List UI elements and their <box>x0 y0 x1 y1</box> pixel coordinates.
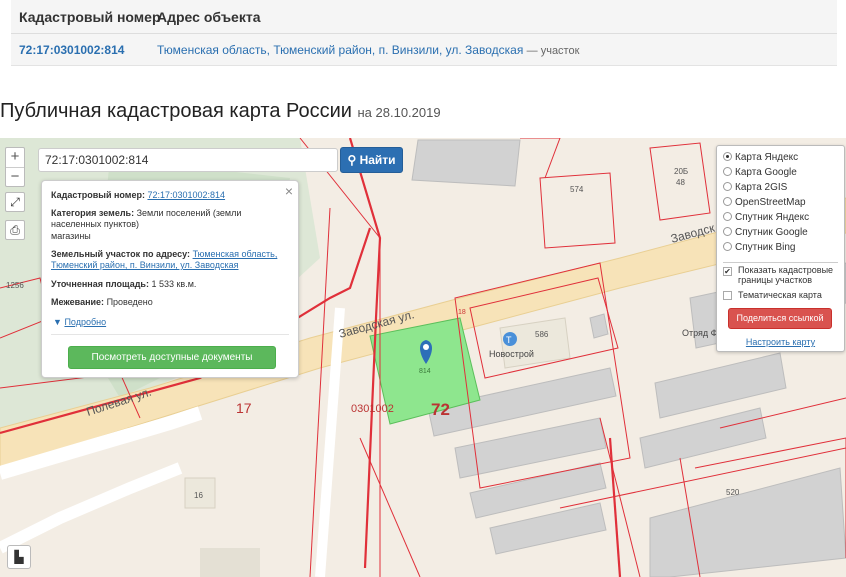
address-label: Земельный участок по адресу: <box>51 249 191 259</box>
view-documents-button[interactable]: Посмотреть доступные документы <box>68 346 276 369</box>
radio-icon <box>723 242 732 251</box>
page-title-main: Публичная кадастровая карта России <box>0 100 352 122</box>
divider <box>51 334 289 335</box>
layer-option-google-map[interactable]: Карта Google <box>723 167 797 181</box>
quarter-number: 0301002 <box>351 403 394 415</box>
more-details-label: Подробно <box>64 317 107 327</box>
thematic-map-checkbox[interactable] <box>723 291 732 300</box>
category-row: Категория земель: Земли поселений (земли… <box>51 208 291 230</box>
parcel-number: 1256 <box>6 281 24 290</box>
survey-value: Проведено <box>106 297 153 307</box>
layer-label: Карта Google <box>735 167 797 178</box>
radio-icon <box>723 212 732 221</box>
cad-number-row: Кадастровый номер: 72:17:0301002:814 <box>51 190 291 201</box>
parcel-number: 18 <box>458 309 466 316</box>
expand-icon: ⤢ <box>10 195 20 209</box>
search-button-label: Найти <box>359 153 396 167</box>
show-borders-label: Показать кадастровые границы участков <box>738 265 834 285</box>
svg-text:T: T <box>506 335 512 345</box>
district-number: 72 <box>431 400 450 419</box>
layer-option-yandex-map[interactable]: Карта Яндекс <box>723 152 798 166</box>
use-value: магазины <box>51 231 91 241</box>
map-layers-panel: Карта Яндекс Карта Google Карта 2GIS Ope… <box>716 145 845 352</box>
configure-map-link[interactable]: Настроить карту <box>717 337 844 347</box>
legend-icon: ▙ <box>14 550 24 564</box>
search-button[interactable]: ⚲ Найти <box>340 147 403 173</box>
search-icon: ⚲ <box>347 153 357 167</box>
cad-number-label: Кадастровый номер: <box>51 190 145 200</box>
cadastral-map[interactable]: Заводская ул. Заводск Полевая ул. 574 20… <box>0 138 846 577</box>
category-label: Категория земель: <box>51 208 135 218</box>
fullscreen-button[interactable]: ⤢ <box>5 192 25 212</box>
parcel-number: 520 <box>726 488 740 497</box>
layer-option-yandex-satellite[interactable]: Спутник Яндекс <box>723 212 809 226</box>
zoom-control: + − <box>5 147 25 187</box>
address-row: Земельный участок по адресу: Тюменская о… <box>51 249 291 271</box>
survey-row: Межевание: Проведено <box>51 297 291 308</box>
zoom-in-button[interactable]: + <box>6 148 24 167</box>
parcel-number: 574 <box>570 185 584 194</box>
page-title: Публичная кадастровая карта России на 28… <box>0 100 441 123</box>
table-header: Кадастровый номер Адрес объекта <box>11 0 837 34</box>
search-input[interactable] <box>38 148 338 172</box>
radio-icon <box>723 227 732 236</box>
print-button[interactable]: ⎙ <box>5 220 25 240</box>
cad-number-link[interactable]: 72:17:0301002:814 <box>147 190 225 200</box>
layer-option-bing-satellite[interactable]: Спутник Bing <box>723 242 796 256</box>
parcel-number: 814 <box>419 368 431 375</box>
radio-icon <box>723 197 732 206</box>
layer-option-2gis-map[interactable]: Карта 2GIS <box>723 182 787 196</box>
divider <box>723 262 838 263</box>
legend-button[interactable]: ▙ <box>7 545 31 569</box>
thematic-map-label: Тематическая карта <box>738 290 822 300</box>
area-row: Уточненная площадь: 1 533 кв.м. <box>51 279 291 290</box>
zoom-out-button[interactable]: − <box>6 167 24 186</box>
parcel-number: 48 <box>676 178 685 187</box>
radio-icon <box>723 152 732 161</box>
survey-label: Межевание: <box>51 297 105 307</box>
layer-label: Карта 2GIS <box>735 182 788 193</box>
layer-label: Спутник Bing <box>735 242 796 253</box>
printer-icon: ⎙ <box>10 223 20 237</box>
layer-label: OpenStreetMap <box>735 197 806 208</box>
parcel-number: 16 <box>194 491 203 500</box>
layer-label: Спутник Google <box>735 227 808 238</box>
parcel-number: 20Б <box>674 167 688 176</box>
table-row: 72:17:0301002:814 Тюменская область, Тюм… <box>11 35 837 66</box>
layer-label: Спутник Яндекс <box>735 212 810 223</box>
area-label: Уточненная площадь: <box>51 279 149 289</box>
area-value: 1 533 кв.м. <box>151 279 197 289</box>
layer-option-osm[interactable]: OpenStreetMap <box>723 197 806 211</box>
show-borders-checkbox[interactable]: ✔ <box>723 267 732 276</box>
info-table: Кадастровый номер Адрес объекта 72:17:03… <box>11 0 837 66</box>
page-title-date: на 28.10.2019 <box>357 105 441 120</box>
parcel-info-popup: × Кадастровый номер: 72:17:0301002:814 К… <box>41 180 299 378</box>
layer-label: Карта Яндекс <box>735 152 799 163</box>
radio-icon <box>723 167 732 176</box>
layer-option-google-satellite[interactable]: Спутник Google <box>723 227 808 241</box>
col-header-address: Адрес объекта <box>157 9 261 25</box>
col-header-number: Кадастровый номер <box>19 9 161 25</box>
parcel-number: 586 <box>535 330 549 339</box>
address-link[interactable]: Тюменская область, Тюменский район, п. В… <box>157 43 523 57</box>
poi-label: Отряд Ф <box>682 328 718 338</box>
poi-label: Новострой <box>489 349 534 359</box>
object-type: — участок <box>526 45 580 57</box>
cadastral-number-link[interactable]: 72:17:0301002:814 <box>19 43 124 57</box>
share-link-button[interactable]: Поделиться ссылкой <box>728 308 832 329</box>
radio-icon <box>723 182 732 191</box>
caret-down-icon: ▼ <box>53 317 62 327</box>
address-cell: Тюменская область, Тюменский район, п. В… <box>157 43 579 57</box>
more-details-link[interactable]: ▼ Подробно <box>53 317 106 327</box>
block-number: 17 <box>236 400 252 416</box>
